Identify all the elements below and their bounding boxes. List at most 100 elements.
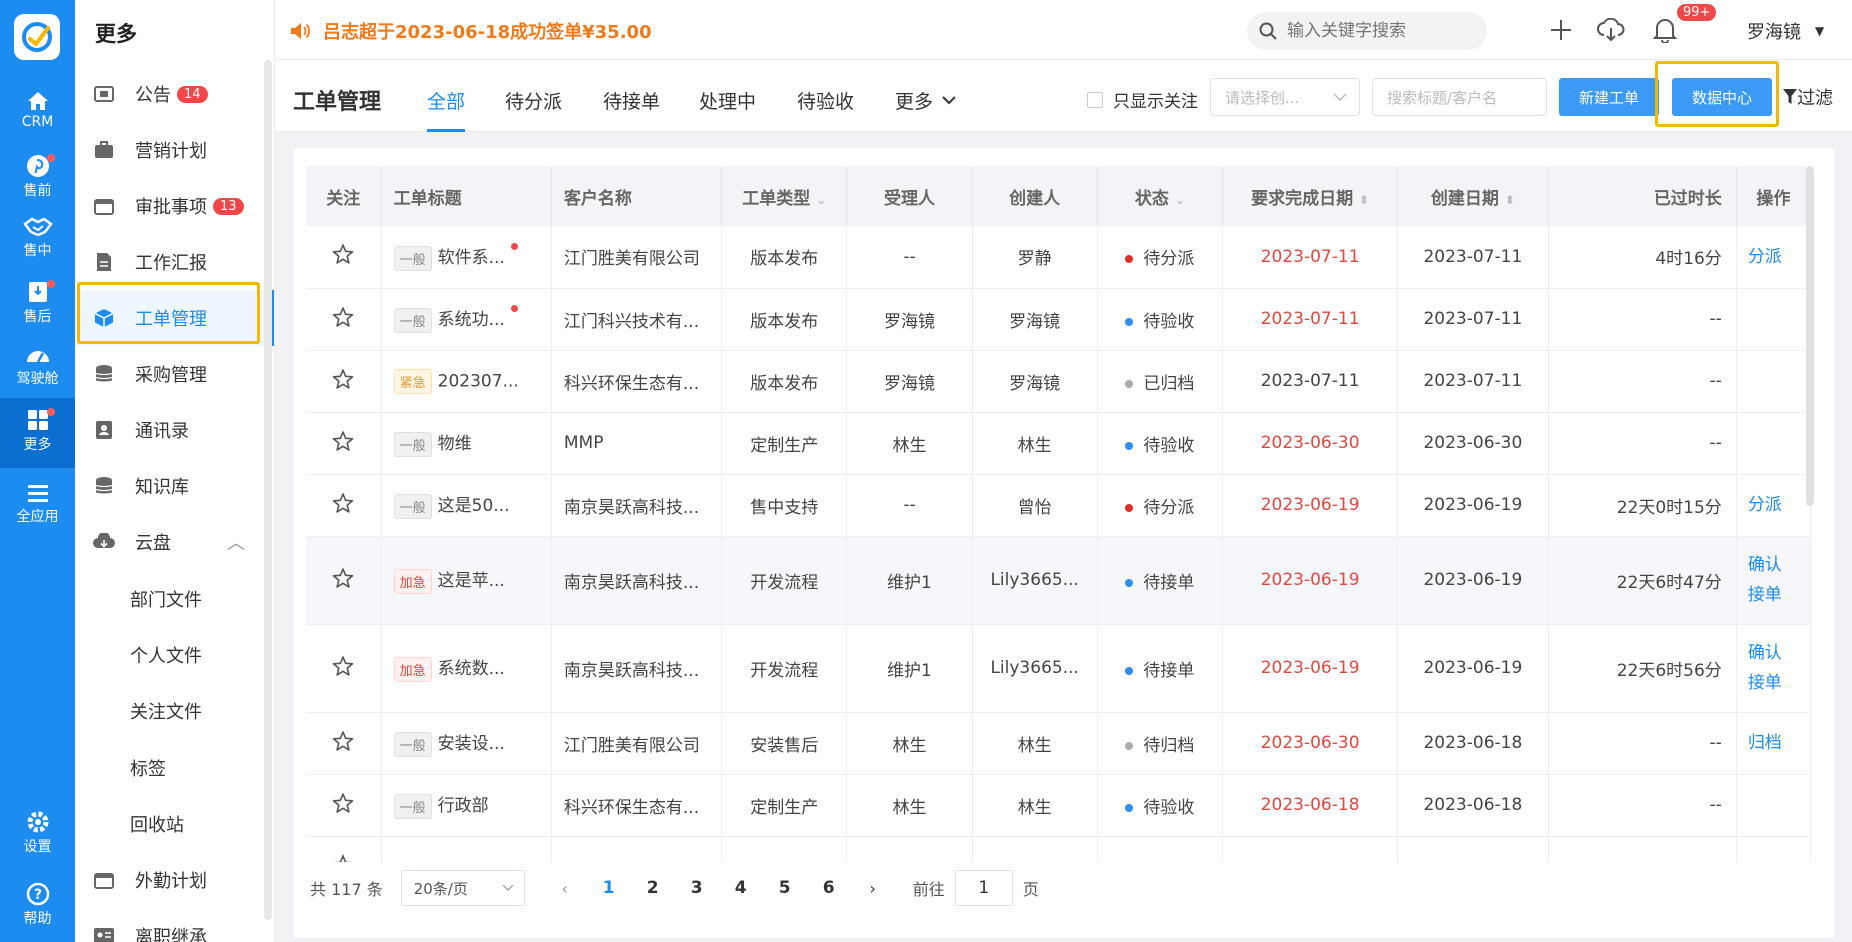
column-header-due[interactable]: 要求完成日期 ⬍ [1222, 166, 1399, 226]
column-header-status[interactable]: 状态 ⌄ [1097, 166, 1223, 226]
title-cell[interactable]: 一般 软件系... [381, 226, 552, 289]
table-row[interactable]: 一般 软件系... 江门胜美有限公司 版本发布 -- 罗静 待分派 2023-07-11 202… [306, 226, 1811, 289]
star-icon[interactable] [332, 306, 354, 328]
order-title[interactable]: 这是50... [438, 496, 510, 516]
rail-item-crm[interactable]: CRM [0, 80, 75, 144]
rail-item-help[interactable]: ? 帮助 [0, 872, 75, 936]
customer-cell[interactable]: 江门胜美有限公司 [551, 226, 723, 289]
customer-cell[interactable]: 江门胜美有限公司 [551, 712, 723, 775]
next-page-button[interactable]: › [851, 879, 895, 898]
sort-icon[interactable]: ⬍ [1505, 193, 1515, 207]
table-row[interactable]: 一般 系统功... 江门科兴技术有... 版本发布 罗海镜 罗海镜 待验收 2023-07-1… [306, 288, 1811, 351]
order-title[interactable]: 系统数... [438, 659, 505, 679]
goto-page-input[interactable] [954, 870, 1013, 906]
sidebar-item-recycle[interactable]: 回收站 [75, 796, 265, 852]
row-action-link[interactable]: 确认接单 [1748, 550, 1788, 610]
tab-more[interactable]: 更多 [895, 87, 957, 132]
page-5[interactable]: 5 [763, 878, 807, 898]
order-title[interactable]: 系统功... [438, 310, 505, 330]
rail-item-settings[interactable]: 设置 [0, 800, 75, 864]
page-1[interactable]: 1 [587, 878, 631, 898]
download-button[interactable] [1595, 14, 1627, 46]
title-cell[interactable]: 加急 这是苹... [381, 536, 552, 625]
only-follow-checkbox[interactable]: 只显示关注 [1087, 87, 1198, 112]
sidebar-item-knowledge[interactable]: 知识库 [75, 458, 265, 514]
rail-item-cockpit[interactable]: 驾驶舱 [0, 334, 75, 398]
rail-item-aftersale[interactable]: 售后 [0, 270, 75, 334]
table-scrollbar[interactable] [1806, 166, 1814, 506]
sidebar-item-work-order[interactable]: 工单管理 [75, 290, 274, 346]
order-title[interactable]: 这是苹... [438, 571, 505, 591]
customer-cell[interactable]: 南京昊跃高科技... [551, 536, 723, 625]
star-icon[interactable] [332, 492, 354, 514]
row-action-link[interactable]: 分派 [1748, 242, 1788, 272]
star-icon[interactable] [332, 243, 354, 265]
customer-cell[interactable]: MMP [551, 412, 723, 475]
sidebar-item-dept-files[interactable]: 部门文件 [75, 571, 265, 627]
title-cell[interactable]: 一般 安装设... [381, 712, 552, 775]
tab-pending-accept[interactable]: 待接单 [603, 87, 660, 132]
sidebar-item-tags[interactable]: 标签 [75, 740, 265, 796]
global-search[interactable] [1247, 12, 1487, 50]
sidebar-scrollbar[interactable] [264, 60, 272, 920]
creator-select[interactable]: 请选择创... [1210, 78, 1360, 116]
user-menu[interactable]: 罗海镜 ▼ [1747, 18, 1824, 44]
filter-button[interactable]: 过滤 [1783, 84, 1833, 110]
column-header-type[interactable]: 工单类型 ⌄ [721, 166, 848, 226]
sidebar-item-personal-files[interactable]: 个人文件 [75, 627, 265, 683]
customer-cell[interactable]: 科兴环保生态有... [551, 774, 723, 837]
add-button[interactable] [1545, 14, 1577, 46]
customer-cell[interactable]: 南京昊跃高科技... [551, 474, 723, 537]
sidebar-item-followed-files[interactable]: 关注文件 [75, 683, 265, 739]
star-icon[interactable] [332, 430, 354, 452]
prev-page-button[interactable]: ‹ [543, 879, 587, 898]
table-row[interactable]: 一般 行政部 科兴环保生态有... 定制生产 林生 林生 待验收 2023-06-18 2023… [306, 774, 1811, 837]
table-row[interactable]: 一般 物维 MMP 定制生产 林生 林生 待验收 2023-06-30 2023-06-30 -- [306, 412, 1811, 475]
star-icon[interactable] [332, 792, 354, 814]
sidebar-item-field-plan[interactable]: 外勤计划 [75, 852, 265, 908]
search-input[interactable] [1285, 20, 1485, 42]
sidebar-item-announcement[interactable]: 公告 14 [75, 66, 265, 122]
page-2[interactable]: 2 [631, 878, 675, 898]
row-action-link[interactable]: 归档 [1748, 728, 1788, 758]
new-order-button[interactable]: 新建工单 [1559, 78, 1659, 116]
tab-all[interactable]: 全部 [427, 87, 466, 132]
customer-cell[interactable]: 南京昊跃高科技... [551, 624, 723, 713]
tab-pending-assign[interactable]: 待分派 [505, 87, 562, 132]
sidebar-item-marketing[interactable]: 营销计划 [75, 122, 265, 178]
order-title[interactable]: 软件系... [438, 248, 505, 268]
table-row[interactable]: 紧急 202307... 科兴环保生态有... 版本发布 罗海镜 罗海镜 已归档 2023-0… [306, 350, 1811, 413]
column-header-created[interactable]: 创建日期 ⬍ [1397, 166, 1549, 226]
sidebar-item-approval[interactable]: 审批事项 13 [75, 178, 265, 234]
title-cell[interactable]: 紧急 202307... [381, 350, 552, 413]
title-cell[interactable]: 一般 行政部 [381, 774, 552, 837]
tab-processing[interactable]: 处理中 [699, 87, 756, 132]
star-icon[interactable] [332, 655, 354, 677]
table-row[interactable]: 一般 安装设... 江门胜美有限公司 安装售后 林生 林生 待归档 2023-06-30 202… [306, 712, 1811, 775]
order-title[interactable]: 行政部 [438, 796, 489, 816]
title-cell[interactable]: 一般 这是50... [381, 474, 552, 537]
sidebar-item-cloud-disk[interactable]: 云盘 ︿ [75, 514, 265, 570]
sidebar-item-purchase[interactable]: 采购管理 [75, 346, 265, 402]
customer-cell[interactable]: 科兴环保生态有... [551, 350, 723, 413]
page-4[interactable]: 4 [719, 878, 763, 898]
table-row[interactable]: 加急 这是苹... 南京昊跃高科技... 开发流程 维护1 Lily3665... 待接单 2… [306, 536, 1811, 625]
app-logo[interactable] [14, 14, 60, 60]
order-title[interactable]: 安装设... [438, 734, 505, 754]
title-search-input[interactable]: 搜索标题/客户名 [1372, 78, 1547, 116]
order-title[interactable]: 202307... [438, 371, 519, 391]
page-6[interactable]: 6 [807, 878, 851, 898]
table-row[interactable]: 一般 这是50... 南京昊跃高科技... 售中支持 -- 曾怡 待分派 2023-06-19… [306, 474, 1811, 537]
row-action-link[interactable]: 分派 [1748, 490, 1788, 520]
sidebar-item-contacts[interactable]: 通讯录 [75, 402, 265, 458]
rail-item-more[interactable]: 更多 [0, 398, 75, 468]
tab-pending-check[interactable]: 待验收 [797, 87, 854, 132]
sidebar-item-work-report[interactable]: 工作汇报 [75, 234, 265, 290]
star-icon[interactable] [332, 567, 354, 589]
rail-item-insale[interactable]: 售中 [0, 206, 75, 270]
notice-banner[interactable]: 吕志超于2023-06-18成功签单¥35.00 [289, 18, 652, 44]
checkbox-box[interactable] [1087, 91, 1103, 108]
order-title[interactable]: 物维 [438, 434, 472, 454]
rail-item-all-apps[interactable]: 全应用 [0, 472, 75, 536]
rail-item-presale[interactable]: 售前 [0, 144, 75, 208]
